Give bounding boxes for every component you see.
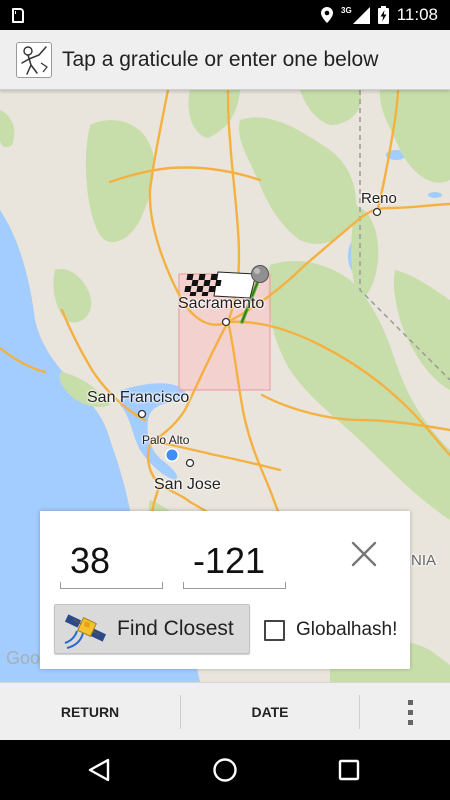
status-bar: 3G 11:08 <box>0 0 450 30</box>
page-title: Tap a graticule or enter one below <box>62 48 379 71</box>
my-location-dot <box>166 449 178 461</box>
navigation-bar <box>0 740 450 800</box>
map-label-san-francisco: San Francisco <box>87 389 190 406</box>
map-label-sacramento: Sacramento <box>178 295 265 312</box>
latitude-input[interactable]: 38 <box>60 537 163 589</box>
battery-charging-icon <box>377 6 389 24</box>
divider <box>359 695 360 729</box>
back-icon[interactable] <box>79 750 119 790</box>
globalhash-label[interactable]: Globalhash! <box>296 619 397 641</box>
clock: 11:08 <box>396 5 438 24</box>
longitude-input[interactable]: -121 <box>183 537 286 589</box>
location-icon <box>321 7 334 23</box>
bottom-action-bar: RETURN DATE <box>0 682 450 740</box>
satellite-icon <box>64 614 107 649</box>
screen: 3G 11:08 Tap a graticule or enter one be… <box>0 0 450 800</box>
globalhash-checkbox[interactable] <box>264 620 285 641</box>
return-button[interactable]: RETURN <box>0 683 180 741</box>
action-bar: Tap a graticule or enter one below <box>0 30 450 90</box>
overflow-menu-icon[interactable] <box>396 683 426 741</box>
geohash-stick-figure-icon[interactable] <box>16 42 52 78</box>
find-closest-button[interactable]: Find Closest <box>54 604 250 654</box>
network-type-label: 3G <box>341 5 352 15</box>
find-closest-label: Find Closest <box>117 617 234 640</box>
map-label-nia: NIA <box>411 552 437 569</box>
map-label-palo-alto: Palo Alto <box>142 433 190 447</box>
close-icon[interactable] <box>347 537 381 571</box>
sd-card-icon <box>12 8 24 23</box>
map-label-reno: Reno <box>361 190 397 207</box>
recents-icon[interactable] <box>329 750 369 790</box>
home-icon[interactable] <box>205 750 245 790</box>
date-button[interactable]: DATE <box>181 683 359 741</box>
map-label-san-jose: San Jose <box>154 476 221 493</box>
graticule-input-card: 38 -121 Find Closest Globalhash! <box>40 511 410 669</box>
signal-icon <box>352 6 370 24</box>
